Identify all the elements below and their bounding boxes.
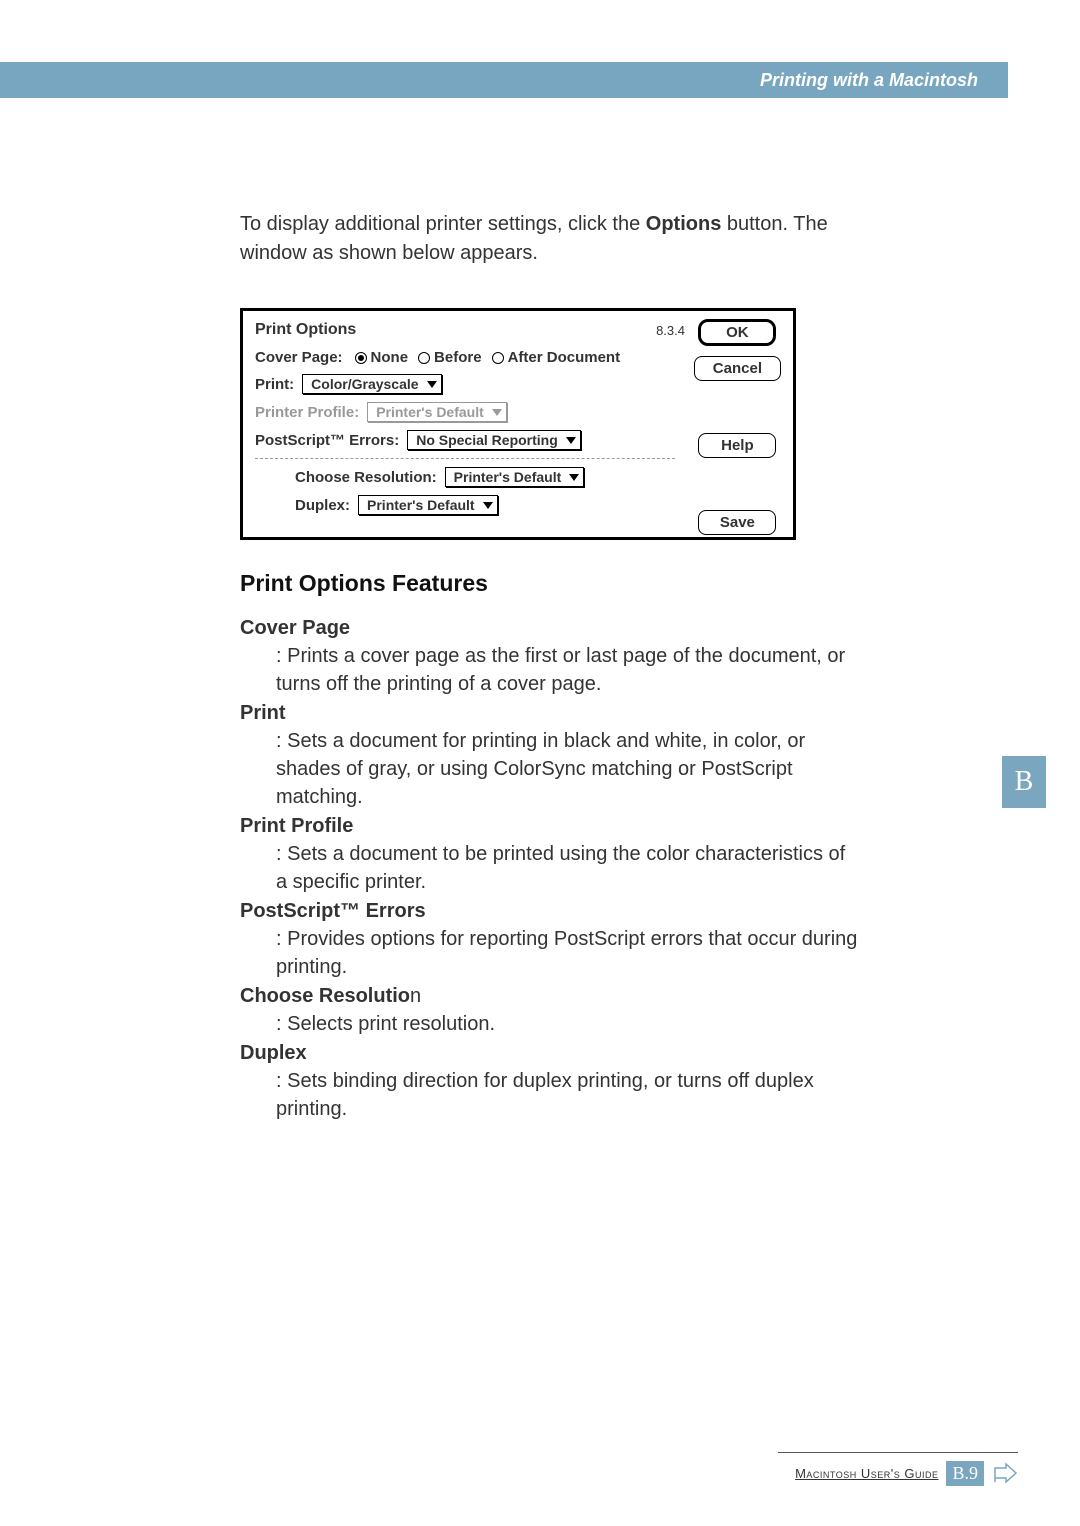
chevron-down-icon	[492, 409, 502, 416]
feature-print-title: Print	[240, 702, 860, 725]
printer-profile-dropdown: Printer's Default	[367, 402, 507, 422]
duplex-label: Duplex:	[295, 497, 350, 514]
feature-ps-errors-title: PostScript™ Errors	[240, 900, 860, 923]
resolution-value: Printer's Default	[454, 469, 562, 485]
next-page-arrow-icon[interactable]	[992, 1460, 1018, 1486]
ok-button[interactable]: OK	[698, 319, 776, 346]
cancel-button[interactable]: Cancel	[694, 356, 781, 381]
feature-resolution-bold: Choose Resolutio	[240, 985, 410, 1007]
dialog-divider	[255, 458, 675, 459]
page-content: To display additional printer settings, …	[240, 210, 860, 1125]
intro-prefix: To display additional printer settings, …	[240, 213, 646, 235]
radio-before-label: Before	[434, 349, 482, 366]
feature-duplex-title: Duplex	[240, 1042, 860, 1065]
printer-profile-label: Printer Profile:	[255, 404, 359, 421]
print-dropdown[interactable]: Color/Grayscale	[302, 374, 441, 394]
dialog-title: Print Options	[255, 321, 356, 339]
feature-print-profile-title: Print Profile	[240, 815, 860, 838]
footer-rule	[778, 1452, 1018, 1453]
print-dropdown-value: Color/Grayscale	[311, 376, 418, 392]
page-footer: Macintosh User's Guide B.9	[795, 1460, 1018, 1486]
side-tab-letter: B	[1015, 766, 1034, 798]
radio-after-label: After Document	[508, 349, 621, 366]
radio-after[interactable]	[492, 352, 504, 364]
feature-ps-errors-desc: : Provides options for reporting PostScr…	[276, 925, 860, 981]
radio-none-label: None	[371, 349, 409, 366]
print-options-dialog: OK Cancel Help Save Print Options 8.3.4 …	[240, 308, 796, 540]
resolution-label: Choose Resolution:	[295, 469, 437, 486]
feature-resolution-desc: : Selects print resolution.	[276, 1010, 860, 1038]
section-heading: Print Options Features	[240, 570, 860, 597]
help-button[interactable]: Help	[698, 433, 776, 458]
chevron-down-icon	[483, 502, 493, 509]
ps-errors-label: PostScript™ Errors:	[255, 432, 399, 449]
feature-duplex-desc: : Sets binding direction for duplex prin…	[276, 1067, 860, 1123]
ps-errors-value: No Special Reporting	[416, 432, 558, 448]
ps-errors-dropdown[interactable]: No Special Reporting	[407, 430, 581, 450]
dialog-button-column: OK Cancel Help Save	[694, 319, 781, 535]
print-label: Print:	[255, 376, 294, 393]
cover-page-label: Cover Page:	[255, 349, 343, 366]
intro-bold: Options	[646, 213, 722, 235]
footer-text: Macintosh User's Guide	[795, 1466, 938, 1481]
radio-none[interactable]	[355, 352, 367, 364]
intro-paragraph: To display additional printer settings, …	[240, 210, 860, 268]
resolution-dropdown[interactable]: Printer's Default	[445, 467, 585, 487]
chevron-down-icon	[566, 437, 576, 444]
feature-cover-page-title: Cover Page	[240, 617, 860, 640]
feature-resolution-tail: n	[410, 985, 421, 1007]
chevron-down-icon	[427, 381, 437, 388]
save-button[interactable]: Save	[698, 510, 776, 535]
chapter-title: Printing with a Macintosh	[760, 70, 978, 91]
feature-print-profile-desc: : Sets a document to be printed using th…	[276, 840, 860, 896]
chapter-header: Printing with a Macintosh	[0, 62, 1008, 98]
feature-resolution-title: Choose Resolution	[240, 985, 860, 1008]
feature-print-desc: : Sets a document for printing in black …	[276, 727, 860, 811]
page-number-badge: B.9	[946, 1461, 984, 1486]
chevron-down-icon	[569, 474, 579, 481]
side-tab: B	[1002, 756, 1046, 808]
radio-before[interactable]	[418, 352, 430, 364]
duplex-dropdown[interactable]: Printer's Default	[358, 495, 498, 515]
printer-profile-value: Printer's Default	[376, 404, 484, 420]
feature-cover-page-desc: : Prints a cover page as the first or la…	[276, 642, 860, 698]
dialog-version: 8.3.4	[656, 323, 685, 338]
duplex-value: Printer's Default	[367, 497, 475, 513]
